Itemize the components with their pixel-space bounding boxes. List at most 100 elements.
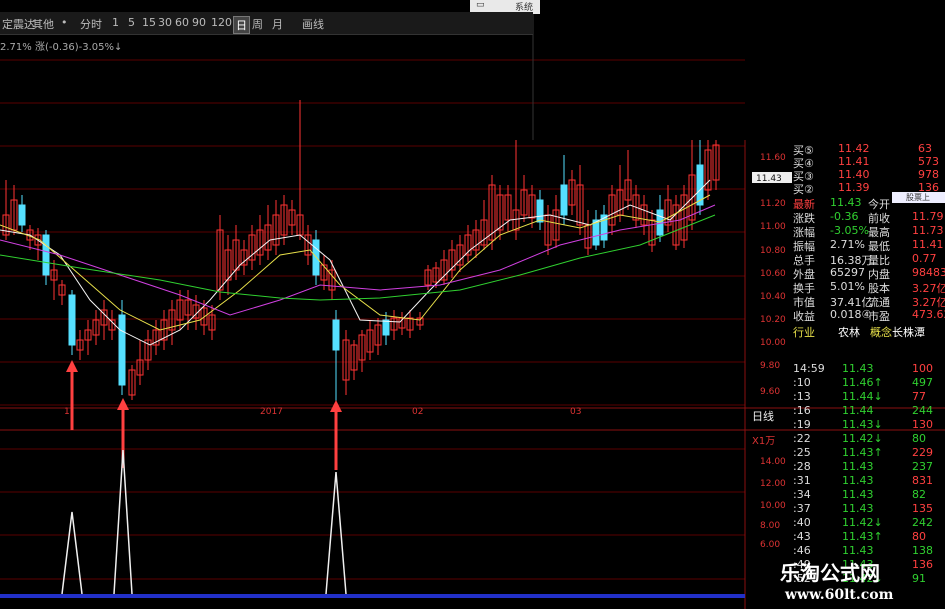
tick-volume: 229 [912,446,933,459]
period-120[interactable]: 120 [211,16,232,29]
tick-row: :28 11.43 237 [790,460,945,473]
tick-row: :10 11.46↑ 497 [790,376,945,389]
tick-row: :16 11.44 244 [790,404,945,417]
tick-row: :43 11.43↑ 80 [790,530,945,543]
period-toolbar: 定震达 其他 • 分时 1 5 15 30 60 90 120 日 周 月 画线 [0,12,533,35]
tick-price: 11.43 [842,362,874,375]
period-month[interactable]: 月 [272,16,283,32]
price-axis-label: 10.00 [760,338,786,348]
stat-value: 0.77 [912,252,937,265]
industry-value: 农林 [838,326,860,339]
period-15[interactable]: 15 [142,16,156,29]
stat-value: -3.05% [830,224,869,237]
tick-row: :25 11.43↑ 229 [790,446,945,459]
period-60[interactable]: 60 [175,16,189,29]
tick-price: 11.43 [842,474,874,487]
candle-body [382,319,390,336]
tick-time: :43 [793,530,811,543]
tick-price: 11.43↑ [842,530,883,543]
stat-label: 收益 [793,310,815,323]
industry-row: 行业 农林 概念 长株潭 [790,324,945,339]
tick-price: 11.42↓ [842,516,883,529]
stat-value: 65297 [830,266,865,279]
minimize-icon[interactable]: ▭ [476,0,485,10]
tick-time: :10 [793,376,811,389]
price-axis-label: 11.00 [760,222,786,232]
ma60-line [0,214,716,301]
stat-value: 473.62 [912,308,945,321]
period-fenshi[interactable]: 分时 [80,16,102,32]
tick-time: :40 [793,516,811,529]
other-menu[interactable]: 其他 [32,16,54,32]
period-day[interactable]: 日 [233,16,250,34]
order-book-row: 买⑤ 11.42 63 [790,142,945,157]
stat-value: 11.41 [912,238,944,251]
price-axis-label: 11.20 [760,199,786,209]
indicator-axis-label: 14.00 [760,457,786,467]
tick-volume: 100 [912,362,933,375]
period-30[interactable]: 30 [158,16,172,29]
daily-tab[interactable]: 日线 [752,408,774,424]
tick-price: 11.43↓ [842,418,883,431]
stat-value: 11.43 [830,196,862,209]
indicator-axis-label: 12.00 [760,479,786,489]
order-price: 11.39 [838,181,870,194]
stat-row: 换手 5.01% 股本 3.27亿 [790,280,945,295]
order-volume: 573 [918,155,939,168]
order-price: 11.42 [838,142,870,155]
bottom-scrollbar[interactable] [0,594,745,598]
period-5[interactable]: 5 [128,16,135,29]
order-label: 买② [793,183,814,196]
tick-price: 11.44↓ [842,390,883,403]
order-volume: 136 [918,181,939,194]
stat-value: 0.018④ [830,308,872,321]
signal-spike [61,511,83,595]
stat-value: -0.36 [830,210,859,223]
period-week[interactable]: 周 [252,16,263,32]
tick-time: :16 [793,404,811,417]
candle-body [68,294,76,346]
order-price: 11.40 [838,168,870,181]
tick-price: 11.43↑ [842,446,883,459]
tick-row: :19 11.43↓ 130 [790,418,945,431]
signal-spike [325,471,347,595]
stat-row: 涨跌 -0.36 前收 11.79 [790,210,945,225]
tick-volume: 130 [912,418,933,431]
tick-price: 11.43 [842,488,874,501]
price-axis-label: 10.80 [760,246,786,256]
indicator-name[interactable]: 定震达 [2,16,35,32]
tick-volume: 80 [912,432,926,445]
stat-row: 涨幅 -3.05% 最高 11.73 [790,224,945,239]
tick-row: 14:59 11.43 100 [790,362,945,375]
tick-time: :22 [793,432,811,445]
order-book-row: 买③ 11.40 978 [790,168,945,183]
buy-arrow-icon [117,398,129,410]
watermark: 乐淘公式网 www.60lt.com [745,555,945,609]
tick-time: 14:59 [793,362,825,375]
stat-value: 11.73 [912,224,944,237]
period-1[interactable]: 1 [112,16,119,29]
candle-body [118,314,126,386]
order-volume: 63 [918,142,932,155]
tick-volume: 244 [912,404,933,417]
stat-row: 收益 0.018④市盈 473.62 [790,308,945,323]
candle-body [18,204,26,226]
draw-line-button[interactable]: 画线 [302,16,324,32]
tick-time: :34 [793,488,811,501]
tick-volume: 77 [912,390,926,403]
period-90[interactable]: 90 [192,16,206,29]
signal-spike [113,449,133,595]
tick-row: :13 11.44↓ 77 [790,390,945,403]
indicator-unit: X1万 [752,436,776,447]
tick-row: :34 11.43 82 [790,488,945,501]
tick-row: :22 11.42↓ 80 [790,432,945,445]
concept-value: 长株潭 [892,326,925,339]
tick-volume: 497 [912,376,933,389]
watermark-url: www.60lt.com [785,587,894,603]
tick-volume: 135 [912,502,933,515]
tick-time: :31 [793,474,811,487]
tick-time: :13 [793,390,811,403]
stat-row: 市值 37.41亿 流通 3.27亿 [790,294,945,309]
indicator-axis-label: 6.00 [760,540,780,550]
quote-panel: 买⑤ 11.42 63 买④ 11.41 573 买③ 11.40 978 买② 11.39 136 最… [790,140,945,609]
